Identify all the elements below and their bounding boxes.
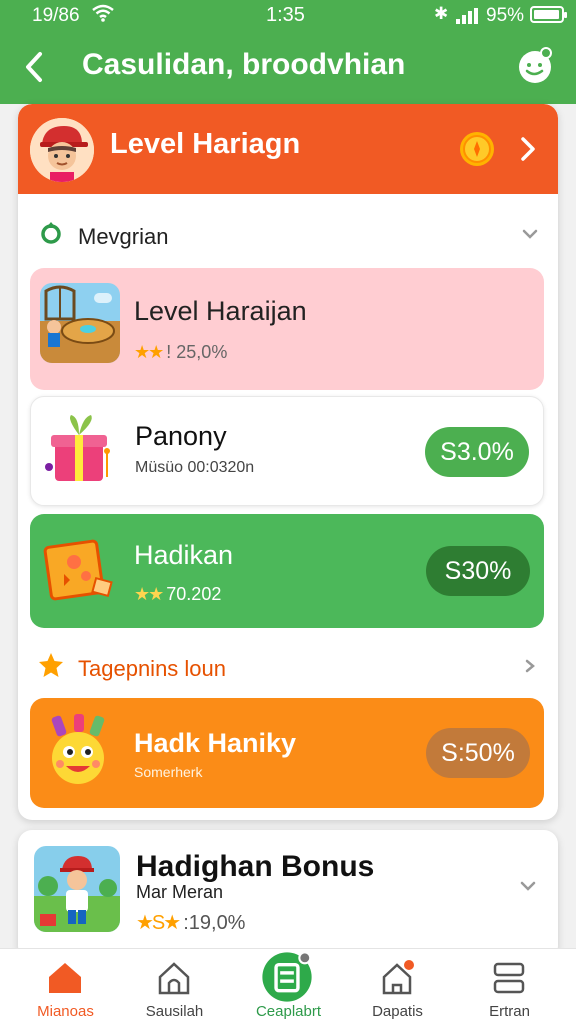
- back-arrow-icon[interactable]: [20, 50, 48, 84]
- nav-label: Dapatis: [372, 1003, 423, 1020]
- bonus-thumbnail: [34, 846, 120, 932]
- section-header-mevgrian[interactable]: Mevgrian: [18, 214, 558, 254]
- section-header-tagepnins[interactable]: Tagepnins loun: [18, 646, 558, 686]
- home-icon: [49, 963, 81, 993]
- coin-icon: [460, 132, 494, 166]
- smiley-mascot-icon: [40, 712, 120, 792]
- signal-icon: [456, 8, 478, 24]
- item-value: 70.202: [166, 584, 222, 604]
- item-name: Hadk Haniky: [134, 728, 297, 758]
- hero-avatar: [30, 118, 94, 182]
- chevron-down-icon[interactable]: [520, 226, 540, 242]
- list-item[interactable]: Hadk Haniky Somerherk S:50%: [30, 698, 544, 808]
- bottom-nav: Mianoas Sausilah Ceaplabrt Dapatis Ertra…: [0, 948, 576, 1024]
- item-percent: ! 25,0%: [166, 342, 228, 362]
- battery-fill: [534, 10, 559, 19]
- nav-item-ertran[interactable]: Ertran: [452, 949, 567, 1024]
- nav-label: Sausilah: [145, 1003, 204, 1020]
- nav-item-ceaplabrt[interactable]: Ceaplabrt: [231, 949, 346, 1024]
- item-name: Level Haraijan: [134, 296, 307, 326]
- level-header[interactable]: Level Hariagn: [18, 104, 558, 194]
- level-title: Level Hariagn: [110, 128, 301, 160]
- discount-pill[interactable]: S:50%: [426, 728, 530, 778]
- nav-label: Mianoas: [37, 1003, 94, 1020]
- nav-label: Ertran: [489, 1003, 530, 1020]
- discount-pill[interactable]: S3.0%: [425, 427, 529, 477]
- bonus-meta: ★S★:19,0%: [136, 910, 245, 935]
- item-name: Hadikan: [134, 540, 234, 570]
- rating-stars: ★S★: [136, 912, 181, 934]
- nav-item-sausilah[interactable]: Sausilah: [117, 949, 232, 1024]
- status-time: 1:35: [266, 4, 305, 26]
- battery-percent: 95%: [486, 5, 525, 26]
- item-subtitle: Somerherk: [134, 764, 203, 780]
- recycle-icon: [41, 222, 61, 244]
- page-title: Casulidan, broodvhian: [82, 48, 406, 81]
- bonus-title: Hadighan Bonus: [136, 850, 375, 883]
- nav-item-dapatis[interactable]: Dapatis: [340, 949, 455, 1024]
- discount-pill[interactable]: S30%: [426, 546, 530, 596]
- app-header: 19/86 1:35 ✱ 95% Casulidan, broodvhian: [0, 0, 576, 104]
- list-item[interactable]: Hadikan ★★ 70.202 S30%: [30, 514, 544, 628]
- item-meta: ★★ 70.202: [134, 584, 221, 605]
- section-label: Tagepnins loun: [78, 656, 227, 681]
- list-item[interactable]: Level Haraijan ★★! 25,0%: [30, 268, 544, 390]
- rating-stars: ★★: [134, 584, 164, 604]
- menu-icon: [493, 962, 525, 994]
- battery-icon: [530, 6, 567, 23]
- item-meta: ★★! 25,0%: [134, 342, 227, 363]
- notification-home-icon: [382, 960, 414, 995]
- bonus-percent: :19,0%: [183, 912, 246, 934]
- list-icon: [262, 951, 312, 1002]
- game-thumbnail: [40, 283, 120, 363]
- list-item[interactable]: Panony Müsüo 00:0320n S3.0%: [30, 396, 544, 506]
- wifi-icon: [92, 4, 114, 22]
- item-name: Panony: [135, 421, 227, 451]
- treasure-box-icon: [40, 530, 120, 610]
- bluetooth-icon: ✱: [434, 4, 449, 23]
- house-outline-icon: [158, 962, 190, 995]
- item-subtitle: Müsüo 00:0320n: [135, 459, 255, 476]
- status-left-text: 19/86: [32, 5, 80, 26]
- chevron-right-icon[interactable]: [520, 658, 540, 674]
- status-bar: 19/86 1:35 ✱ 95%: [0, 0, 576, 32]
- bonus-card[interactable]: Hadighan Bonus Mar Meran ★S★:19,0%: [18, 830, 558, 960]
- chevron-down-icon[interactable]: [518, 878, 538, 894]
- main-card: Level Hariagn Mevgrian Level Haraijan ★★…: [18, 104, 558, 820]
- profile-smiley-icon[interactable]: [516, 46, 554, 84]
- nav-label: Ceaplabrt: [255, 1003, 322, 1020]
- gift-icon: [41, 411, 121, 491]
- section-label: Mevgrian: [78, 224, 169, 249]
- chevron-right-icon[interactable]: [518, 134, 538, 164]
- star-icon: [39, 653, 63, 677]
- nav-item-home[interactable]: Mianoas: [8, 949, 123, 1024]
- rating-stars: ★★: [134, 342, 164, 362]
- bonus-subtitle: Mar Meran: [136, 882, 224, 902]
